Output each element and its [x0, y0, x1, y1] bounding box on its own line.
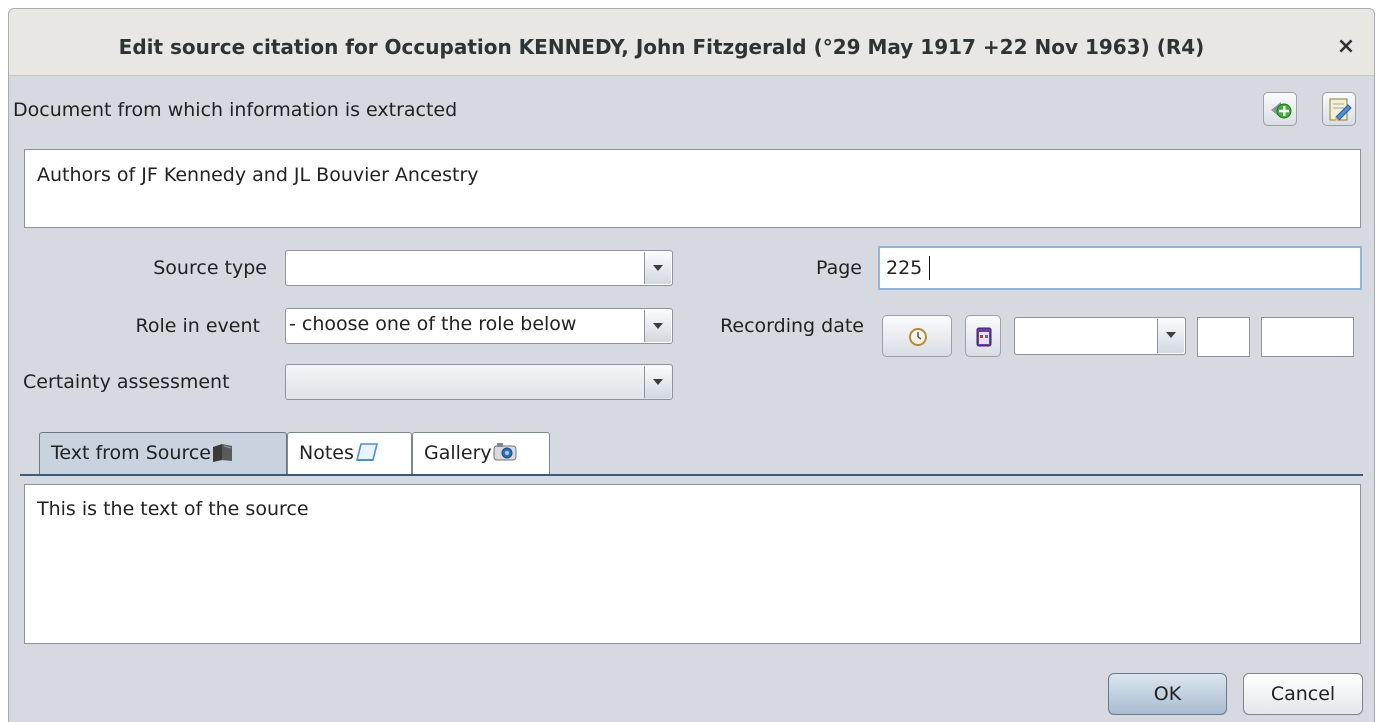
tab-notes[interactable]: Notes [287, 432, 412, 476]
clock-icon [907, 326, 929, 353]
add-source-button[interactable] [1263, 92, 1297, 126]
tab-label: Gallery [424, 442, 492, 464]
recording-month-select[interactable] [1014, 317, 1186, 355]
tab-text-from-source[interactable]: Text from Source [39, 432, 287, 476]
page-value: 225 [886, 257, 923, 279]
recording-year-input[interactable] [1261, 317, 1354, 357]
edit-citation-dialog: Edit source citation for Occupation KENN… [8, 8, 1375, 722]
date-calendar-button[interactable] [882, 315, 952, 357]
window-title: Edit source citation for Occupation KENN… [118, 35, 1205, 59]
ok-button[interactable]: OK [1108, 673, 1227, 715]
tab-label: Notes [299, 442, 354, 464]
chevron-down-icon[interactable] [644, 366, 671, 398]
source-type-label: Source type [153, 257, 267, 279]
page-label: Page [816, 257, 862, 279]
source-title-field[interactable]: Authors of JF Kennedy and JL Bouvier Anc… [24, 149, 1361, 228]
cancel-button[interactable]: Cancel [1243, 673, 1363, 715]
recording-day-input[interactable] [1197, 317, 1250, 357]
edit-source-icon [1323, 98, 1355, 130]
date-calendar-type-button[interactable] [965, 315, 1001, 357]
tab-divider [20, 474, 1363, 476]
camera-icon [492, 442, 518, 464]
book-icon [211, 442, 235, 464]
edit-source-button[interactable] [1322, 92, 1356, 126]
add-source-icon [1264, 102, 1296, 130]
text-cursor [929, 256, 930, 280]
source-type-select[interactable] [285, 250, 673, 286]
certainty-label: Certainty assessment [23, 371, 230, 393]
tab-gallery[interactable]: Gallery [412, 432, 550, 476]
role-select[interactable]: - choose one of the role below [285, 308, 673, 344]
chevron-down-icon[interactable] [644, 310, 671, 342]
page-input[interactable]: 225 [878, 246, 1362, 290]
certainty-select[interactable] [285, 364, 673, 400]
calendar-icon [973, 325, 995, 354]
recording-date-label: Recording date [720, 315, 864, 337]
note-icon [354, 442, 380, 464]
chevron-down-icon[interactable] [1157, 319, 1184, 353]
source-label: Document from which information is extra… [13, 99, 458, 121]
source-text-area[interactable]: This is the text of the source [24, 484, 1361, 644]
source-text-value: This is the text of the source [37, 498, 309, 520]
role-value: - choose one of the role below [289, 313, 577, 335]
role-label: Role in event [135, 315, 260, 337]
title-bar: Edit source citation for Occupation KENN… [9, 9, 1374, 76]
close-icon[interactable]: × [1332, 33, 1360, 61]
chevron-down-icon[interactable] [644, 252, 671, 284]
tab-label: Text from Source [51, 442, 211, 464]
source-title-text: Authors of JF Kennedy and JL Bouvier Anc… [37, 164, 479, 186]
